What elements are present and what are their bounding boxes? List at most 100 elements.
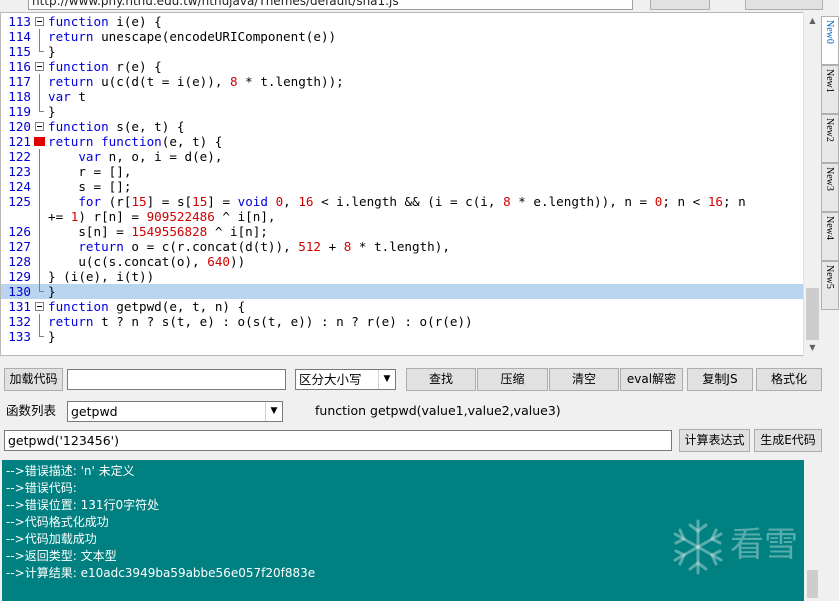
code-line[interactable]: 115} bbox=[1, 44, 805, 59]
fold-toggle-icon[interactable] bbox=[34, 59, 45, 74]
output-line: -->错误描述: 'n' 未定义 bbox=[6, 464, 135, 478]
code-line[interactable]: 124 s = []; bbox=[1, 179, 805, 194]
code-line[interactable]: 118 var t bbox=[1, 89, 805, 104]
code-line[interactable]: 132 return t ? n ? s(t, e) : o(s(t, e)) :… bbox=[1, 314, 805, 329]
code-line[interactable]: 119} bbox=[1, 104, 805, 119]
code-text: s = []; bbox=[48, 179, 132, 194]
line-number: 125 bbox=[8, 194, 31, 209]
code-line[interactable]: 127 return o = c(r.concat(d(t)), 512 + 8… bbox=[1, 239, 805, 254]
fold-line-marker bbox=[34, 269, 45, 284]
code-line[interactable]: 125 for (r[15] = s[15] = void 0, 16 < i.… bbox=[1, 194, 805, 209]
line-number: 126 bbox=[8, 224, 31, 239]
fold-line-marker bbox=[34, 194, 45, 209]
copy-js-button[interactable]: 复制JS bbox=[687, 368, 753, 391]
scroll-down-icon[interactable]: ▼ bbox=[804, 339, 821, 356]
tab-label: New1 bbox=[824, 69, 835, 93]
load-code-button[interactable]: 加载代码 bbox=[4, 368, 63, 391]
line-number: 124 bbox=[8, 179, 31, 194]
chevron-down-icon[interactable]: ▼ bbox=[378, 370, 395, 389]
code-line[interactable]: 131 function getpwd(e, t, n) { bbox=[1, 299, 805, 314]
code-line[interactable]: 117 return u(c(d(t = i(e)), 8 * t.length)… bbox=[1, 74, 805, 89]
watermark-text: 看雪 bbox=[730, 525, 798, 565]
clear-button[interactable]: 清空 bbox=[549, 368, 619, 391]
code-text: var t bbox=[48, 89, 86, 104]
line-number: 115 bbox=[8, 44, 31, 59]
code-line[interactable]: += 1) r[n] = 909522486 ^ i[n], bbox=[1, 209, 805, 224]
calc-expression-button[interactable]: 计算表达式 bbox=[679, 429, 750, 452]
case-select[interactable]: 区分大小写 ▼ bbox=[295, 369, 396, 390]
line-number: 113 bbox=[8, 14, 31, 29]
format-button[interactable]: 格式化 bbox=[756, 368, 822, 391]
function-select[interactable]: getpwd ▼ bbox=[67, 401, 283, 422]
line-number: 128 bbox=[8, 254, 31, 269]
find-button[interactable]: 查找 bbox=[406, 368, 476, 391]
code-line[interactable]: 114 return unescape(encodeURIComponent(e)… bbox=[1, 29, 805, 44]
tab-new5[interactable]: New5 bbox=[821, 261, 839, 310]
code-line[interactable]: 129} (i(e), i(t)) bbox=[1, 269, 805, 284]
line-number: 121 bbox=[8, 134, 31, 149]
code-line[interactable]: 113 function i(e) { bbox=[1, 14, 805, 29]
code-line[interactable]: 130} bbox=[1, 284, 805, 299]
eval-decode-button[interactable]: eval解密 bbox=[620, 368, 683, 391]
line-number: 129 bbox=[8, 269, 31, 284]
tab-new2[interactable]: New2 bbox=[821, 114, 839, 163]
line-number: 122 bbox=[8, 149, 31, 164]
function-list-label: 函数列表 bbox=[6, 403, 57, 418]
output-scroll-thumb[interactable] bbox=[807, 570, 818, 598]
case-select-value: 区分大小写 bbox=[299, 372, 362, 387]
tab-new3[interactable]: New3 bbox=[821, 163, 839, 212]
output-line: -->代码加载成功 bbox=[6, 532, 97, 546]
fold-line-marker bbox=[34, 149, 45, 164]
code-text: return u(c(d(t = i(e)), 8 * t.length)); bbox=[48, 74, 344, 89]
scroll-thumb[interactable] bbox=[806, 288, 819, 340]
code-line[interactable]: 128 u(c(s.concat(o), 640)) bbox=[1, 254, 805, 269]
watermark-logo: 看雪 bbox=[668, 517, 798, 577]
fold-toggle-icon[interactable] bbox=[34, 14, 45, 29]
code-text: function s(e, t) { bbox=[48, 119, 185, 134]
tab-new1[interactable]: New1 bbox=[821, 65, 839, 114]
fold-line-marker bbox=[34, 29, 45, 44]
code-text: return unescape(encodeURIComponent(e)) bbox=[48, 29, 337, 44]
editor-scrollbar[interactable]: ▲ ▼ bbox=[803, 12, 820, 356]
code-editor[interactable]: 113 function i(e) {114 return unescape(enc… bbox=[0, 12, 820, 356]
compress-button[interactable]: 压缩 bbox=[477, 368, 548, 391]
fold-line-marker bbox=[34, 74, 45, 89]
code-line[interactable]: 126 s[n] = 1549556828 ^ i[n]; bbox=[1, 224, 805, 239]
code-line[interactable]: 133} bbox=[1, 329, 805, 344]
code-text: var n, o, i = d(e), bbox=[78, 149, 223, 164]
tab-new0[interactable]: New0 bbox=[821, 16, 839, 65]
code-text: } bbox=[48, 284, 56, 299]
code-text: for (r[15] = s[15] = void 0, 16 < i.leng… bbox=[78, 194, 746, 209]
output-line: -->计算结果: e10adc3949ba59abbe56e057f20f883… bbox=[6, 566, 316, 580]
code-text: } bbox=[48, 44, 56, 59]
tab-label: New2 bbox=[824, 118, 835, 142]
top-button-2[interactable] bbox=[745, 0, 823, 10]
chevron-down-icon[interactable]: ▼ bbox=[265, 402, 282, 421]
fold-line-marker bbox=[34, 314, 45, 329]
code-text: function i(e) { bbox=[48, 14, 162, 29]
tab-label: New4 bbox=[824, 216, 835, 240]
fold-toggle-icon[interactable] bbox=[34, 119, 45, 134]
output-line: -->返回类型: 文本型 bbox=[6, 549, 117, 563]
code-line[interactable]: 123 r = [], bbox=[1, 164, 805, 179]
load-code-input[interactable] bbox=[67, 369, 286, 390]
expression-input[interactable]: getpwd('123456') bbox=[4, 430, 672, 451]
output-line: -->错误代码: bbox=[6, 481, 77, 495]
output-line: -->代码格式化成功 bbox=[6, 515, 109, 529]
code-line[interactable]: 120 function s(e, t) { bbox=[1, 119, 805, 134]
snowflake-icon bbox=[673, 519, 723, 575]
code-line[interactable]: 116 function r(e) { bbox=[1, 59, 805, 74]
code-text: return o = c(r.concat(d(t)), 512 + 8 * t… bbox=[78, 239, 450, 254]
url-input[interactable]: http://www.phy.ntnu.edu.tw/ntnujava/Them… bbox=[28, 0, 633, 10]
code-line[interactable]: 121 return function(e, t) { bbox=[1, 134, 805, 149]
output-scrollbar[interactable] bbox=[804, 460, 821, 601]
line-number: 130 bbox=[8, 284, 31, 299]
scroll-up-icon[interactable]: ▲ bbox=[804, 12, 821, 29]
top-button-1[interactable] bbox=[650, 0, 710, 10]
fold-toggle-icon[interactable] bbox=[34, 299, 45, 314]
code-text: u(c(s.concat(o), 640)) bbox=[48, 254, 246, 269]
tab-new4[interactable]: New4 bbox=[821, 212, 839, 261]
generate-e-code-button[interactable]: 生成E代码 bbox=[754, 429, 822, 452]
code-text: return t ? n ? s(t, e) : o(s(t, e)) : n … bbox=[48, 314, 473, 329]
code-line[interactable]: 122 var n, o, i = d(e), bbox=[1, 149, 805, 164]
